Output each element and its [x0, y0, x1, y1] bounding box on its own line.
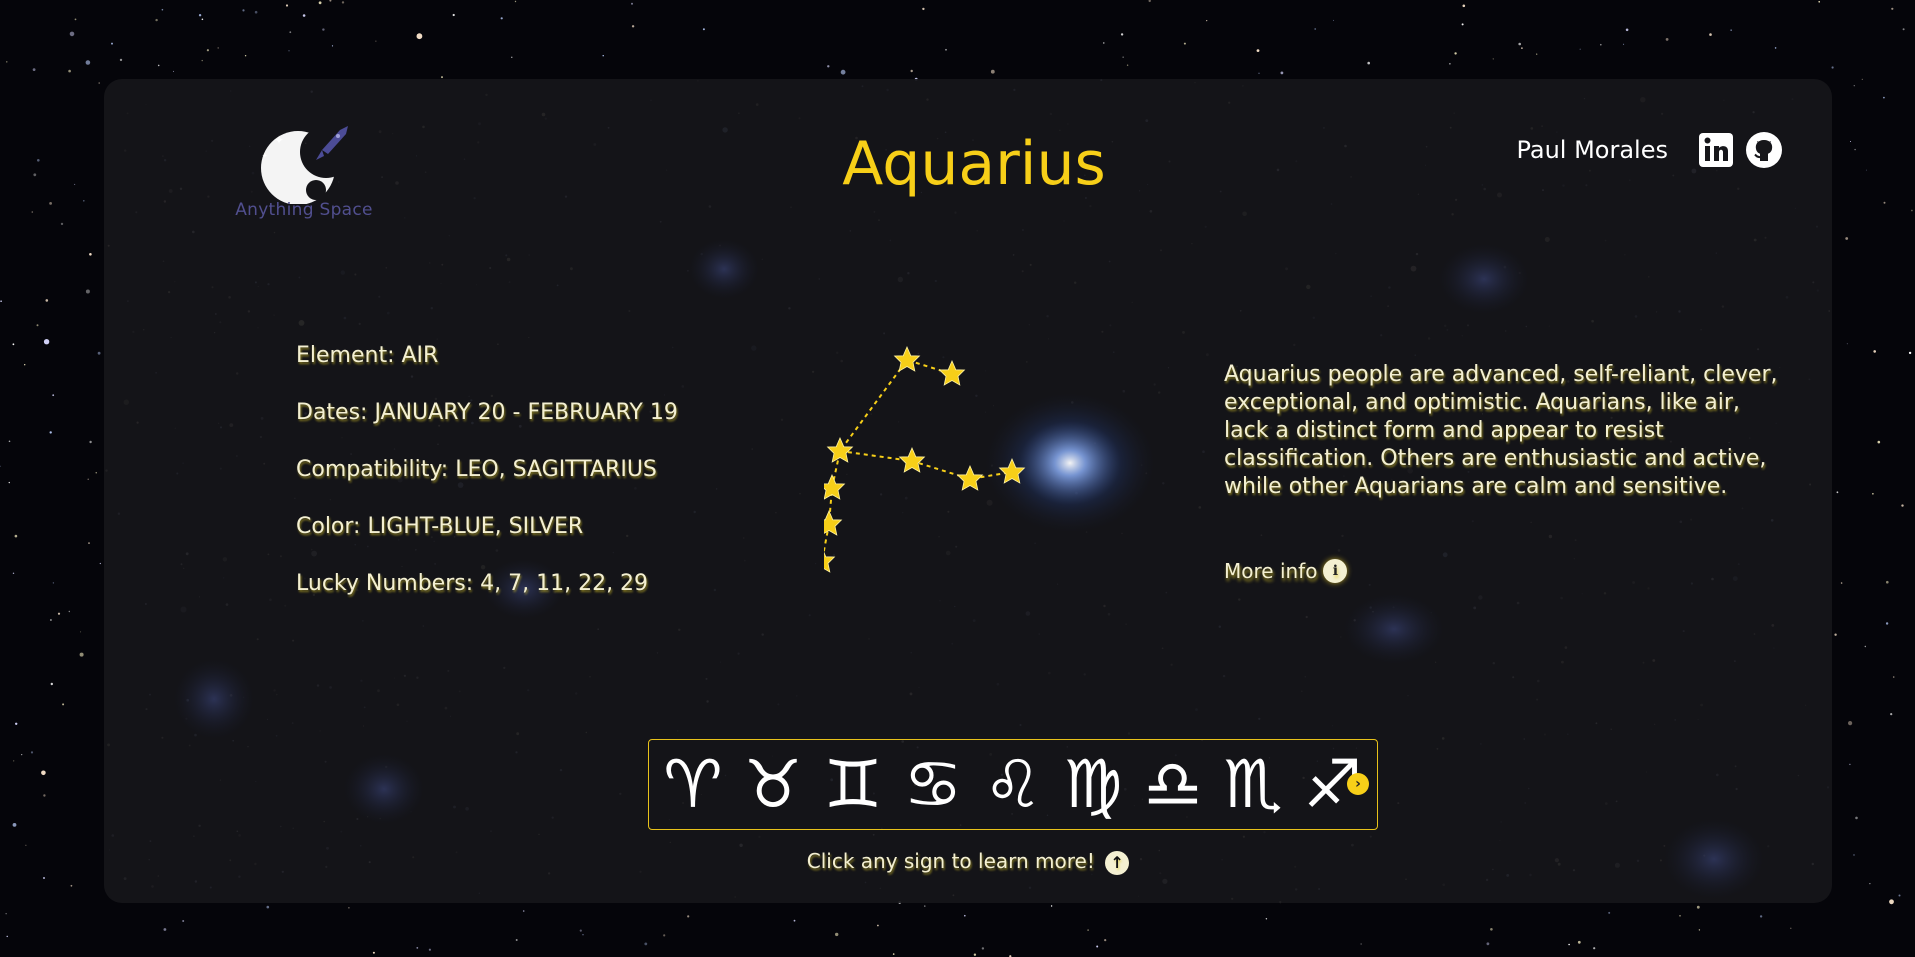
constellation-star	[999, 458, 1025, 484]
sign-scorpio-icon[interactable]: ♏	[1215, 746, 1291, 824]
constellation-star	[957, 465, 983, 491]
constellation-star	[827, 437, 853, 463]
sign-libra-icon[interactable]: ♎	[1135, 746, 1211, 824]
more-info-link[interactable]: More info i	[1224, 559, 1348, 583]
sign-info: Element: AIR Dates: JANUARY 20 - FEBRUAR…	[296, 341, 678, 626]
sign-taurus-icon[interactable]: ♉	[735, 746, 811, 824]
rocket-moon-icon: ✦ ✦	[261, 126, 348, 204]
constellation-star	[824, 547, 835, 573]
svg-text:✦: ✦	[274, 133, 284, 147]
logo-text: Anything Space	[235, 200, 373, 220]
github-icon[interactable]	[1745, 131, 1783, 169]
sign-description: Aquarius people are advanced, self-relia…	[1224, 362, 1778, 499]
sign-leo-icon[interactable]: ♌	[975, 746, 1051, 824]
dates-text: Dates: JANUARY 20 - FEBRUARY 19	[296, 400, 678, 425]
compatibility-text: Compatibility: LEO, SAGITTARIUS	[296, 457, 657, 482]
linkedin-icon[interactable]	[1697, 131, 1735, 169]
info-icon: i	[1323, 559, 1348, 583]
sign-virgo-icon[interactable]: ♍	[1055, 746, 1131, 824]
lucky-numbers-text: Lucky Numbers: 4, 7, 11, 22, 29	[296, 571, 649, 596]
svg-text:✦: ✦	[262, 152, 268, 160]
zodiac-sign-carousel[interactable]: ♈ ♉ ♊ ♋ ♌ ♍ ♎ ♏ ♐ ›	[648, 739, 1378, 830]
constellation-star	[824, 510, 842, 536]
element-text: Element: AIR	[296, 343, 439, 368]
constellation-star	[939, 360, 965, 386]
sign-cancer-icon[interactable]: ♋	[895, 746, 971, 824]
author-name: Paul Morales	[1516, 136, 1668, 164]
hint-text: Click any sign to learn more!	[806, 849, 1095, 873]
color-text: Color: LIGHT-BLUE, SILVER	[296, 514, 584, 539]
anything-space-logo[interactable]: ✦ ✦ Anything Space	[224, 124, 384, 224]
sign-aries-icon[interactable]: ♈	[655, 746, 731, 824]
constellation-star	[894, 346, 920, 372]
constellation-star	[899, 447, 925, 473]
sign-gemini-icon[interactable]: ♊	[815, 746, 891, 824]
arrow-up-icon: ↑	[1105, 850, 1130, 875]
main-panel: ✦ ✦ Anything Space Aquarius Paul Morales…	[104, 79, 1832, 903]
more-info-label: More info	[1224, 559, 1318, 583]
aquarius-constellation	[824, 346, 1025, 573]
next-arrow-button[interactable]: ›	[1347, 773, 1369, 795]
click-hint: Click any sign to learn more! ↑	[104, 849, 1832, 875]
page-title: Aquarius	[842, 129, 1106, 199]
